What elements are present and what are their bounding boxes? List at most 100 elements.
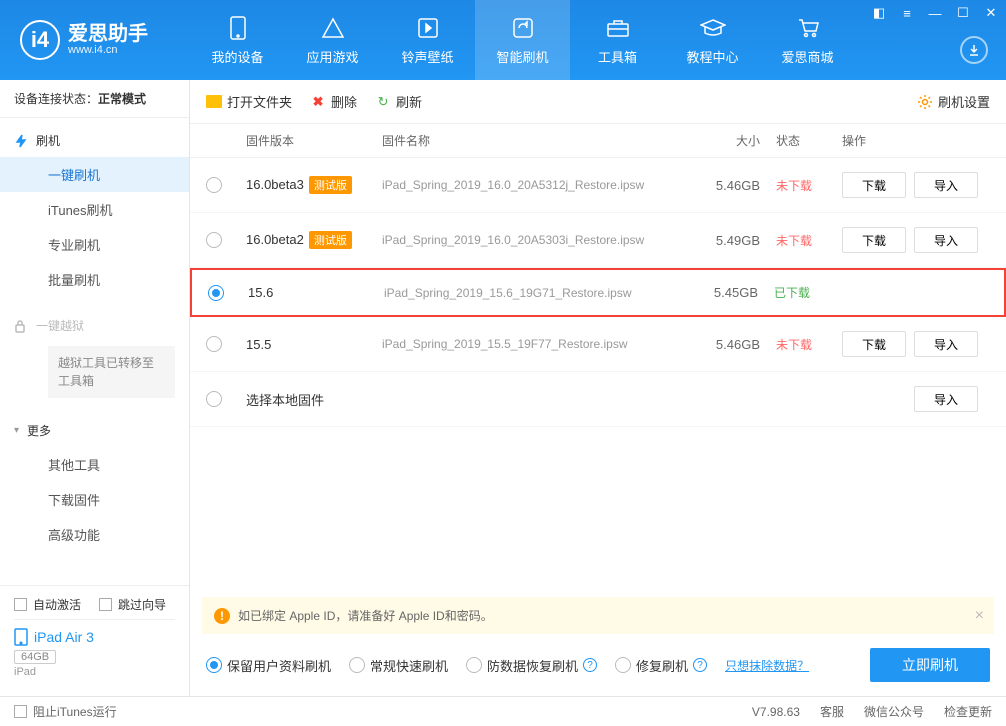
version-label: V7.98.63 [752, 705, 800, 719]
download-circle-icon[interactable] [960, 36, 988, 64]
sidebar-item-oneclick[interactable]: 一键刷机 [0, 157, 189, 192]
tab-apps[interactable]: 应用游戏 [285, 0, 380, 80]
download-button[interactable]: 下载 [842, 227, 906, 253]
opt-keep-data[interactable]: 保留用户资料刷机 [206, 656, 331, 675]
toolbox-icon [605, 15, 631, 41]
row-radio[interactable] [206, 391, 222, 407]
opt-anti-recovery[interactable]: 防数据恢复刷机? [466, 656, 597, 675]
top-tabs: 我的设备 应用游戏 铃声壁纸 智能刷机 工具箱 教程中心 爱思商城 [190, 0, 855, 80]
table-row[interactable]: 16.0beta3测试版 iPad_Spring_2019_16.0_20A53… [190, 158, 1006, 213]
warning-icon: ! [214, 608, 230, 624]
col-version: 固件版本 [246, 132, 382, 149]
beta-badge: 测试版 [309, 231, 352, 249]
tab-flash[interactable]: 智能刷机 [475, 0, 570, 80]
footer: 阻止iTunes运行 V7.98.63 客服 微信公众号 检查更新 [0, 696, 1006, 726]
menu-icon[interactable]: ≡ [898, 4, 916, 22]
sidebar-group-more[interactable]: ▾ 更多 [0, 414, 189, 447]
block-itunes-checkbox[interactable] [14, 705, 27, 718]
main-panel: 打开文件夹 ✖ 删除 ↻ 刷新 刷机设置 固件版本 固件名称 大小 状态 [190, 80, 1006, 696]
music-icon [415, 15, 441, 41]
opt-repair[interactable]: 修复刷机? [615, 656, 707, 675]
auto-activate-label: 自动激活 [33, 596, 81, 613]
help-icon[interactable]: ? [583, 658, 597, 672]
flash-icon [510, 15, 536, 41]
window-controls: ◧ ≡ — ☐ ✕ [870, 4, 1000, 22]
auto-activate-checkbox[interactable] [14, 598, 27, 611]
maximize-icon[interactable]: ☐ [954, 4, 972, 22]
flash-settings-button[interactable]: 刷机设置 [917, 92, 990, 111]
import-button[interactable]: 导入 [914, 386, 978, 412]
check-update[interactable]: 检查更新 [944, 703, 992, 720]
table-row[interactable]: 16.0beta2测试版 iPad_Spring_2019_16.0_20A53… [190, 213, 1006, 268]
tab-tutorials[interactable]: 教程中心 [665, 0, 760, 80]
toolbar: 打开文件夹 ✖ 删除 ↻ 刷新 刷机设置 [190, 80, 1006, 124]
help-icon[interactable]: ? [693, 658, 707, 672]
table-header: 固件版本 固件名称 大小 状态 操作 [190, 124, 1006, 158]
delete-button[interactable]: ✖ 删除 [310, 92, 357, 111]
sidebar-item-batch[interactable]: 批量刷机 [0, 262, 189, 297]
refresh-button[interactable]: ↻ 刷新 [375, 92, 422, 111]
row-radio[interactable] [208, 285, 224, 301]
sidebar-item-other[interactable]: 其他工具 [0, 447, 189, 482]
import-button[interactable]: 导入 [914, 227, 978, 253]
skip-guide-checkbox[interactable] [99, 598, 112, 611]
chevron-down-icon: ▾ [14, 425, 19, 436]
close-icon[interactable]: ✕ [982, 4, 1000, 22]
col-status: 状态 [760, 132, 830, 149]
graduation-icon [700, 15, 726, 41]
sidebar-item-itunes[interactable]: iTunes刷机 [0, 192, 189, 227]
skin-icon[interactable]: ◧ [870, 4, 888, 22]
row-radio[interactable] [206, 232, 222, 248]
table-row[interactable]: 15.5 iPad_Spring_2019_15.5_19F77_Restore… [190, 317, 1006, 372]
tablet-icon [14, 628, 28, 646]
open-folder-button[interactable]: 打开文件夹 [206, 92, 292, 111]
import-button[interactable]: 导入 [914, 172, 978, 198]
cart-icon [795, 15, 821, 41]
sidebar: 设备连接状态：正常模式 刷机 一键刷机 iTunes刷机 专业刷机 批量刷机 一… [0, 80, 190, 696]
apps-icon [320, 15, 346, 41]
logo-area: i4 爱思助手 www.i4.cn [0, 20, 190, 60]
minimize-icon[interactable]: — [926, 4, 944, 22]
row-radio[interactable] [206, 177, 222, 193]
skip-guide-label: 跳过向导 [118, 596, 166, 613]
warning-bar: ! 如已绑定 Apple ID，请准备好 Apple ID和密码。 × [202, 597, 994, 634]
download-button[interactable]: 下载 [842, 331, 906, 357]
col-size: 大小 [690, 132, 760, 149]
device-capacity: 64GB [14, 650, 56, 664]
tab-my-device[interactable]: 我的设备 [190, 0, 285, 80]
sidebar-item-download-fw[interactable]: 下载固件 [0, 482, 189, 517]
close-warning-icon[interactable]: × [975, 607, 984, 625]
flash-group-icon [14, 134, 28, 148]
gear-icon [917, 94, 933, 110]
warning-text: 如已绑定 Apple ID，请准备好 Apple ID和密码。 [238, 607, 493, 624]
jailbreak-note: 越狱工具已转移至工具箱 [48, 346, 175, 398]
tab-ringtones[interactable]: 铃声壁纸 [380, 0, 475, 80]
table-row-selected[interactable]: 15.6 iPad_Spring_2019_15.6_19G71_Restore… [190, 268, 1006, 317]
download-button[interactable]: 下载 [842, 172, 906, 198]
customer-service[interactable]: 客服 [820, 703, 844, 720]
sidebar-item-advanced[interactable]: 高级功能 [0, 517, 189, 552]
device-name[interactable]: iPad Air 3 [14, 628, 175, 646]
import-button[interactable]: 导入 [914, 331, 978, 357]
row-radio[interactable] [206, 336, 222, 352]
refresh-icon: ↻ [375, 94, 391, 110]
folder-icon [206, 95, 222, 108]
sidebar-item-pro[interactable]: 专业刷机 [0, 227, 189, 262]
tab-toolbox[interactable]: 工具箱 [570, 0, 665, 80]
erase-data-link[interactable]: 只想抹除数据？ [725, 657, 809, 674]
col-ops: 操作 [830, 132, 990, 149]
table-row-local[interactable]: 选择本地固件 导入 [190, 372, 1006, 427]
flash-options-bar: 保留用户资料刷机 常规快速刷机 防数据恢复刷机? 修复刷机? 只想抹除数据？ 立… [190, 634, 1006, 696]
app-logo-icon: i4 [20, 20, 60, 60]
app-header: i4 爱思助手 www.i4.cn 我的设备 应用游戏 铃声壁纸 智能刷机 工具… [0, 0, 1006, 80]
col-name: 固件名称 [382, 132, 690, 149]
delete-icon: ✖ [310, 94, 326, 110]
sidebar-group-flash[interactable]: 刷机 [0, 124, 189, 157]
flash-now-button[interactable]: 立即刷机 [870, 648, 990, 682]
firmware-table: 16.0beta3测试版 iPad_Spring_2019_16.0_20A53… [190, 158, 1006, 427]
opt-normal[interactable]: 常规快速刷机 [349, 656, 448, 675]
wechat-link[interactable]: 微信公众号 [864, 703, 924, 720]
tab-store[interactable]: 爱思商城 [760, 0, 855, 80]
sidebar-group-jailbreak[interactable]: 一键越狱 [0, 309, 189, 342]
phone-icon [225, 15, 251, 41]
